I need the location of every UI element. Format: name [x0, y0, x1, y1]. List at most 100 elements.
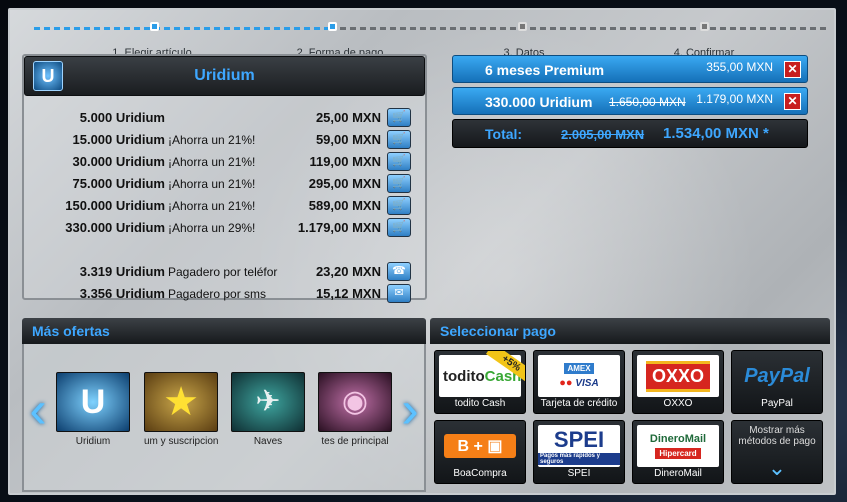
cart-icon: 🛒: [392, 221, 406, 233]
star-icon: ★: [163, 380, 199, 424]
uridium-icon: U: [80, 383, 106, 421]
cart-item-old-price: 1.650,00 MXN: [609, 95, 686, 109]
cart-icon: 🛒: [392, 111, 406, 123]
cart-item: 330.000 Uridium 1.650,00 MXN 1.179,00 MX…: [452, 87, 808, 115]
add-to-cart-button[interactable]: 🛒: [387, 108, 411, 127]
cart-icon: 🛒: [392, 177, 406, 189]
cart-item-name: 330.000 Uridium: [485, 94, 593, 110]
add-to-cart-button[interactable]: 🛒: [387, 196, 411, 215]
offer-row: 150.000 Uridium ¡Ahorra un 21%! 589,00 M…: [24, 196, 425, 216]
pay-oxxo[interactable]: OXXO OXXO: [632, 350, 724, 414]
offer-row: 330.000 Uridium ¡Ahorra un 29%! 1.179,00…: [24, 218, 425, 238]
offer-tile-parts[interactable]: ◉: [318, 372, 392, 432]
spei-tagline: Pagos más rápidos y seguros: [538, 453, 620, 465]
more-offers-title: Más ofertas: [32, 323, 110, 339]
offer-row: 75.000 Uridium ¡Ahorra un 21%! 295,00 MX…: [24, 174, 425, 194]
pay-spei[interactable]: SPEI Pagos más rápidos y seguros SPEI: [533, 420, 625, 484]
remove-item-button[interactable]: ✕: [784, 93, 801, 110]
offer-row: 3.356 Uridium Pagadero por sms 15,12 MXN…: [24, 284, 425, 304]
add-to-cart-button[interactable]: 🛒: [387, 152, 411, 171]
cart-icon: 🛒: [392, 133, 406, 145]
offer-amount: 75.000 Uridium: [72, 176, 166, 191]
offer-note: ¡Ahorra un 21%!: [168, 155, 256, 169]
close-icon: ✕: [787, 94, 798, 108]
offer-amount: 3.319 Uridium: [79, 264, 165, 279]
pay-method-name: OXXO: [663, 398, 693, 409]
more-offers-carousel: ‹ › U Uridium ★ um y suscripcion ✈ Naves…: [22, 344, 426, 492]
step-marker-4: [700, 22, 709, 31]
ship-icon: ✈: [255, 385, 281, 418]
show-more-payment-methods-button[interactable]: Mostrar más métodos de pago ⌄: [731, 420, 823, 484]
more-offers-header: Más ofertas: [22, 318, 426, 344]
carousel-next-arrow-icon[interactable]: ›: [398, 384, 422, 438]
cart-icon: 🛒: [392, 155, 406, 167]
offer-price: 1.179,00 MXN: [297, 220, 381, 235]
offer-amount: 15.000 Uridium: [72, 132, 166, 147]
phone-icon: ☎: [392, 265, 406, 277]
pay-method-name: SPEI: [567, 468, 591, 479]
uridium-header: U Uridium: [24, 56, 425, 96]
add-to-cart-button[interactable]: 🛒: [387, 130, 411, 149]
drone-icon: ◉: [341, 385, 369, 418]
shop-window: 1. Elegir artículo 2. Forma de pago 3. D…: [8, 8, 836, 495]
offer-tile-uridium[interactable]: U: [56, 372, 130, 432]
offer-price: 23,20 MXN: [315, 264, 381, 279]
pay-paypal[interactable]: PayPal PayPal: [731, 350, 823, 414]
cart-item-price: 1.179,00 MXN: [696, 92, 773, 106]
progress-line-done: [34, 27, 334, 30]
pay-credit-card[interactable]: AMEX ●● VISA Tarjeta de crédito: [533, 350, 625, 414]
add-to-cart-button[interactable]: 🛒: [387, 218, 411, 237]
offer-price: 295,00 MXN: [308, 176, 381, 191]
offer-price: 59,00 MXN: [315, 132, 381, 147]
pay-method-name: DineroMail: [654, 468, 702, 479]
paypal-logo-icon: PayPal: [744, 364, 810, 387]
remove-item-button[interactable]: ✕: [784, 61, 801, 78]
sms-pay-button[interactable]: ✉: [387, 284, 411, 303]
pay-method-name: BoaCompra: [453, 468, 507, 479]
oxxo-logo-text: OXXO: [645, 360, 710, 392]
add-to-cart-button[interactable]: 🛒: [387, 174, 411, 193]
offer-note: Pagadero por sms: [168, 287, 267, 301]
pay-method-name: todito Cash: [454, 398, 506, 409]
offer-tile-label: tes de principal: [321, 436, 389, 447]
dineromail-logo-icon: DineroMail Hipercard: [637, 425, 719, 467]
offer-note: ¡Ahorra un 21%!: [168, 133, 256, 147]
offer-price: 589,00 MXN: [308, 198, 381, 213]
payment-header: Seleccionar pago: [430, 318, 830, 344]
phone-pay-button[interactable]: ☎: [387, 262, 411, 281]
offer-row: 15.000 Uridium ¡Ahorra un 21%! 59,00 MXN…: [24, 130, 425, 150]
offer-row: 30.000 Uridium ¡Ahorra un 21%! 119,00 MX…: [24, 152, 425, 172]
uridium-title: Uridium: [194, 67, 255, 84]
offer-price: 15,12 MXN: [315, 286, 381, 301]
credit-card-logos-icon: AMEX ●● VISA: [538, 355, 620, 397]
total-old-price: 2.005,00 MXN: [561, 127, 645, 142]
offer-note: Pagadero por teléfor: [168, 265, 278, 279]
pay-dineromail[interactable]: DineroMail Hipercard DineroMail: [632, 420, 724, 484]
pay-method-name: Tarjeta de crédito: [540, 398, 618, 409]
total-label: Total:: [485, 126, 523, 142]
offer-tile-ships[interactable]: ✈: [231, 372, 305, 432]
visa-icon: VISA: [575, 378, 599, 389]
carousel-prev-arrow-icon[interactable]: ‹: [26, 384, 50, 438]
close-icon: ✕: [787, 62, 798, 76]
offer-amount: 150.000 Uridium: [65, 198, 165, 213]
amex-icon: AMEX: [564, 363, 594, 374]
pay-boacompra[interactable]: B + ▣ BoaCompra: [434, 420, 526, 484]
offer-tile-premium[interactable]: ★: [144, 372, 218, 432]
progress-line-pending: [340, 27, 826, 30]
boacompra-logo-icon: B + ▣: [439, 425, 521, 467]
offer-note: ¡Ahorra un 29%!: [168, 221, 256, 235]
offer-price: 25,00 MXN: [315, 110, 381, 125]
spei-logo-text: SPEI: [553, 427, 605, 452]
cart-item-name: 6 meses Premium: [485, 62, 605, 78]
hipercard-icon: Hipercard: [655, 448, 701, 459]
cart-item-price: 355,00 MXN: [706, 60, 773, 74]
offer-note: ¡Ahorra un 21%!: [168, 177, 256, 191]
pay-todito-cash[interactable]: todito Cash +5% todito Cash: [434, 350, 526, 414]
cart-item: 6 meses Premium 355,00 MXN ✕: [452, 55, 808, 83]
offer-tile-label: um y suscripcion: [144, 436, 218, 447]
offer-tile-label: Uridium: [75, 436, 111, 447]
mastercard-icon: ●●: [559, 377, 573, 389]
offer-price: 119,00 MXN: [309, 154, 381, 169]
sms-icon: ✉: [394, 287, 404, 299]
